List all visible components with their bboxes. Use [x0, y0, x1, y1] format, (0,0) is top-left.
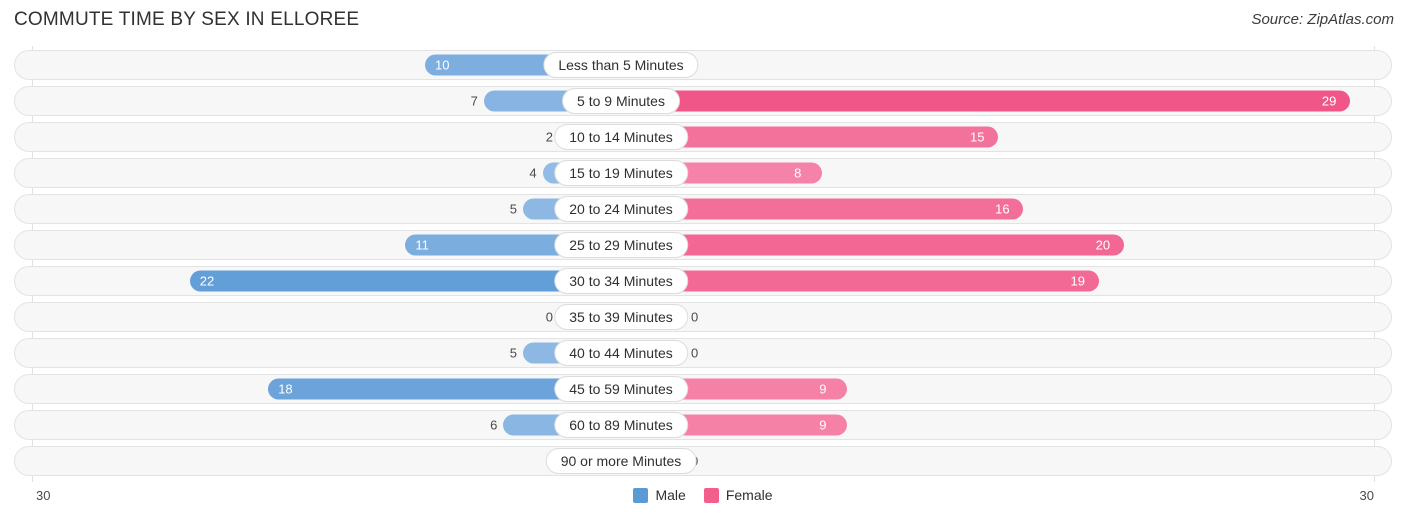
row-category-label: 5 to 9 Minutes: [562, 88, 680, 114]
bar-value-male: 22: [199, 273, 215, 289]
legend-item-male[interactable]: Male: [633, 487, 686, 503]
legend-label: Female: [725, 487, 773, 503]
commute-time-chart: COMMUTE TIME BY SEX IN ELLOREE Source: Z…: [0, 0, 1406, 523]
row-category-label: 90 or more Minutes: [545, 448, 697, 474]
bar-female[interactable]: [621, 234, 1124, 256]
row-category-label: 30 to 34 Minutes: [554, 268, 688, 294]
bar-value-male: 18: [278, 381, 293, 397]
bar-female[interactable]: [621, 90, 1350, 112]
chart-footer: 30 30 Male Female: [0, 482, 1406, 523]
chart-header: COMMUTE TIME BY SEX IN ELLOREE Source: Z…: [0, 0, 1406, 46]
bar-value-female: 19: [1070, 273, 1085, 289]
bar-value-male: 5: [509, 345, 517, 361]
table-row[interactable]: 0090 or more Minutes: [14, 446, 1392, 476]
bar-value-male: 11: [415, 237, 429, 253]
bar-value-male: 0: [545, 309, 553, 325]
row-category-label: 15 to 19 Minutes: [554, 160, 688, 186]
row-category-label: 25 to 29 Minutes: [554, 232, 688, 258]
bar-value-male: 4: [529, 165, 537, 181]
row-category-label: 20 to 24 Minutes: [554, 196, 688, 222]
legend-label: Male: [655, 487, 686, 503]
bar-value-female: 0: [691, 309, 699, 325]
table-row[interactable]: 5 0 40 to 44 Minutes: [14, 338, 1392, 368]
chart-legend: Male Female: [0, 487, 1406, 503]
table-row[interactable]: 0 0 35 to 39 Minutes: [14, 302, 1392, 332]
table-row[interactable]: 11 20 25 to 29 Minutes: [14, 230, 1392, 260]
bar-value-male: 7: [470, 93, 478, 109]
source-attribution: Source: ZipAtlas.com: [1251, 11, 1394, 28]
table-row[interactable]: 7 29 5 to 9 Minutes: [14, 86, 1392, 116]
table-row[interactable]: 18 9 45 to 59 Minutes: [14, 374, 1392, 404]
bar-value-male: 2: [545, 129, 553, 145]
plot-area: 100Less than 5 Minutes7295 to 9 Minutes2…: [0, 46, 1406, 482]
bar-value-female: 15: [970, 129, 985, 145]
legend-swatch-icon: [703, 487, 719, 503]
bar-value-male: 6: [490, 417, 498, 433]
row-category-label: Less than 5 Minutes: [543, 52, 699, 78]
table-row[interactable]: 6 9 60 to 89 Minutes: [14, 410, 1392, 440]
bar-value-female: 20: [1095, 237, 1111, 253]
bar-value-female: 9: [819, 417, 827, 433]
bar-value-male: 5: [509, 201, 517, 217]
legend-swatch-icon: [633, 487, 649, 503]
bar-female[interactable]: [621, 270, 1099, 292]
bar-value-female: 16: [995, 201, 1010, 217]
bar-value-female: 0: [691, 345, 699, 361]
table-row[interactable]: 2 15 10 to 14 Minutes: [14, 122, 1392, 152]
table-row[interactable]: 22 19 30 to 34 Minutes: [14, 266, 1392, 296]
legend-item-female[interactable]: Female: [703, 487, 773, 503]
bar-value-male: 10: [435, 57, 450, 73]
bar-value-female: 9: [819, 381, 827, 397]
row-category-label: 35 to 39 Minutes: [554, 304, 688, 330]
row-category-label: 60 to 89 Minutes: [554, 412, 688, 438]
row-category-label: 45 to 59 Minutes: [554, 376, 688, 402]
bar-value-female: 29: [1321, 93, 1337, 109]
table-row[interactable]: 4 8 15 to 19 Minutes: [14, 158, 1392, 188]
bar-value-female: 8: [794, 165, 802, 181]
table-row[interactable]: 100Less than 5 Minutes: [14, 50, 1392, 80]
row-category-label: 40 to 44 Minutes: [554, 340, 688, 366]
table-row[interactable]: 5 16 20 to 24 Minutes: [14, 194, 1392, 224]
page-title: COMMUTE TIME BY SEX IN ELLOREE: [14, 9, 360, 30]
row-category-label: 10 to 14 Minutes: [554, 124, 688, 150]
